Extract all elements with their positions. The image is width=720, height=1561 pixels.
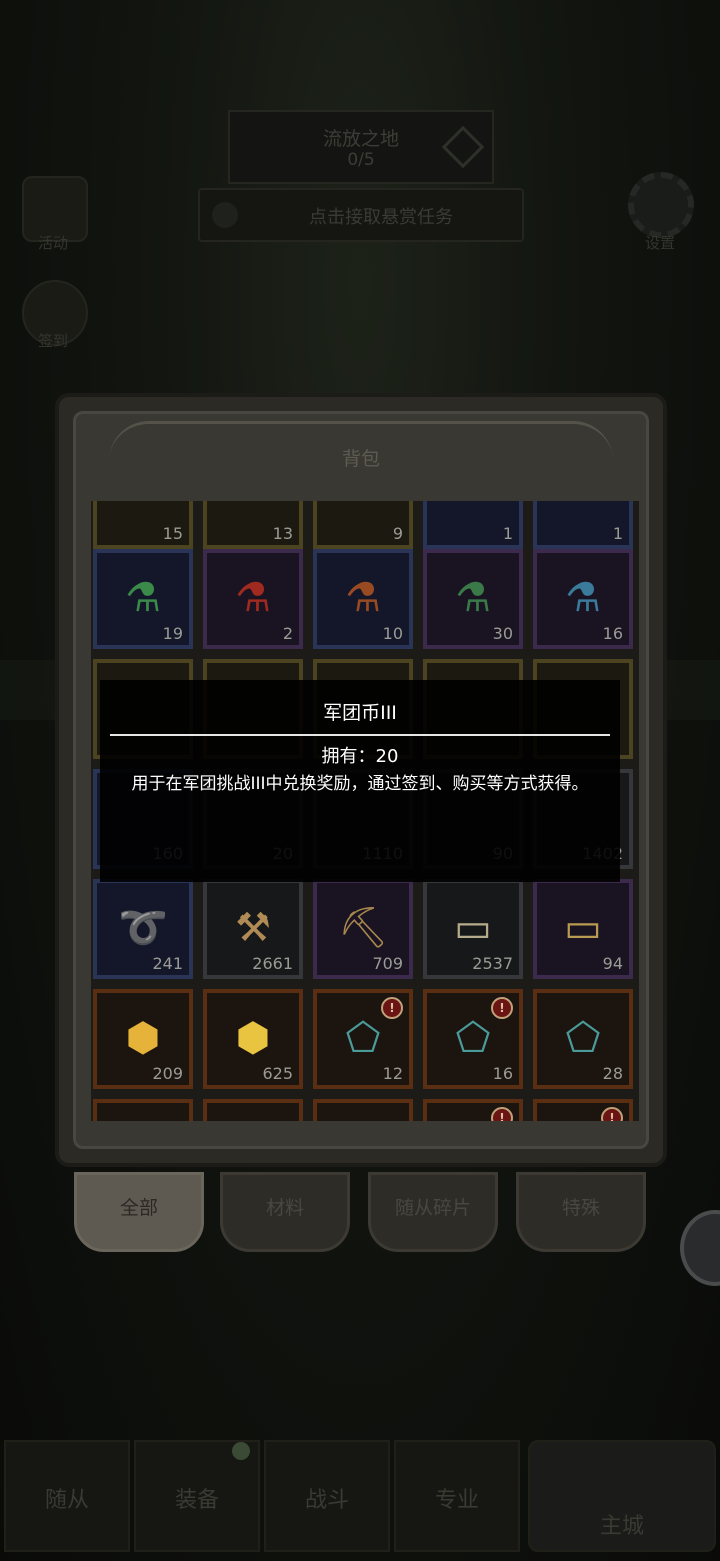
tab-follower-shards[interactable]: 随从碎片	[368, 1172, 498, 1252]
potion-icon: ⚗	[455, 575, 491, 621]
tab-label: 材料	[265, 1197, 304, 1219]
inventory-slot[interactable]: ⚗ 16	[533, 549, 633, 649]
gold-ore-icon: ⬢	[125, 1015, 161, 1061]
item-count: 12	[382, 1064, 403, 1083]
nav-followers[interactable]: 随从	[4, 1440, 130, 1552]
tab-label: 随从碎片	[394, 1197, 471, 1219]
inventory-slot[interactable]: ⬠! 16	[423, 989, 523, 1089]
inventory-slot[interactable]: 13	[203, 501, 303, 549]
settings-label: 设置	[645, 234, 676, 252]
panel-title: 背包	[341, 448, 380, 470]
item-tooltip: 军团币III 拥有：20 用于在军团挑战III中兑换奖励，通过签到、购买等方式获…	[100, 680, 620, 882]
item-count: 2	[282, 624, 293, 643]
inventory-slot[interactable]	[313, 1099, 413, 1121]
bounty-label: 点击接取悬赏任务	[309, 207, 453, 228]
tooltip-divider	[110, 734, 610, 736]
inventory-slot[interactable]: 1	[423, 501, 523, 549]
signin-label: 签到	[38, 332, 69, 350]
anvil-icon: ▭	[454, 905, 492, 951]
nav-main-city[interactable]: 主城	[528, 1440, 716, 1552]
item-count: 2661	[252, 954, 293, 973]
inventory-slot[interactable]: ⬠ 28	[533, 989, 633, 1089]
item-count: 28	[602, 1064, 623, 1083]
settings-gear-icon	[628, 172, 694, 238]
crystal-icon: ⬠	[345, 1015, 381, 1061]
alert-icon: !	[491, 1107, 513, 1121]
tab-all[interactable]: 全部	[74, 1172, 204, 1252]
item-count: 625	[262, 1064, 293, 1083]
tooltip-description: 用于在军团挑战III中兑换奖励，通过签到、购买等方式获得。	[131, 774, 589, 794]
inventory-slot[interactable]: ⚗ 19	[93, 549, 193, 649]
item-count: 241	[152, 954, 183, 973]
pickaxe-icon: ⛏	[337, 905, 389, 951]
item-count: 19	[162, 624, 183, 643]
inventory-slot[interactable]: ⬠! 12	[313, 989, 413, 1089]
crystal-icon: ⬠	[455, 1015, 491, 1061]
quest-panel: 流放之地 0/5	[228, 110, 494, 184]
inventory-slot[interactable]: 1	[533, 501, 633, 549]
nav-profession[interactable]: 专业	[394, 1440, 520, 1552]
inventory-slot[interactable]: ⬢ 209	[93, 989, 193, 1089]
alert-icon: !	[381, 997, 403, 1019]
item-count: 9	[392, 524, 403, 543]
hammer-icon: ⚒	[235, 905, 271, 951]
tooltip-title: 军团币III	[323, 702, 397, 724]
nav-label: 战斗	[304, 1488, 349, 1513]
potion-icon: ⚗	[345, 575, 381, 621]
tooltip-owned: 拥有：20	[321, 746, 399, 767]
nav-label: 专业	[434, 1488, 479, 1513]
inventory-slot[interactable]: ▭ 94	[533, 879, 633, 979]
tab-label: 全部	[119, 1197, 158, 1219]
inventory-slot[interactable]	[93, 1099, 193, 1121]
crystal-icon: ⬠	[565, 1015, 601, 1061]
nav-label: 装备	[174, 1488, 219, 1513]
events-label: 活动	[38, 234, 69, 252]
tab-special[interactable]: 特殊	[516, 1172, 646, 1252]
notification-dot	[232, 1442, 250, 1460]
nav-label: 主城	[599, 1514, 644, 1539]
inventory-slot[interactable]: ⚒ 2661	[203, 879, 303, 979]
inventory-slot[interactable]: ⚗ 30	[423, 549, 523, 649]
inventory-slot[interactable]: !	[533, 1099, 633, 1121]
bounty-button: 点击接取悬赏任务	[198, 188, 524, 242]
inventory-slot[interactable]: ⛏ 709	[313, 879, 413, 979]
inventory-slot[interactable]: !	[423, 1099, 523, 1121]
tab-materials[interactable]: 材料	[220, 1172, 350, 1252]
inventory-slot[interactable]: 15	[93, 501, 193, 549]
anvil-icon: ▭	[564, 905, 602, 951]
item-count: 30	[492, 624, 513, 643]
inventory-slot[interactable]: 9	[313, 501, 413, 549]
inventory-slot[interactable]: ⬢ 625	[203, 989, 303, 1089]
item-count: 10	[382, 624, 403, 643]
bounty-icon	[212, 202, 238, 228]
inventory-slot[interactable]: ➰ 241	[93, 879, 193, 979]
rope-icon: ➰	[118, 905, 168, 951]
inventory-slot[interactable]	[203, 1099, 303, 1121]
item-count: 709	[372, 954, 403, 973]
item-count: 94	[602, 954, 623, 973]
inventory-slot[interactable]: ⚗ 2	[203, 549, 303, 649]
item-count: 13	[272, 524, 293, 543]
potion-icon: ⚗	[235, 575, 271, 621]
item-count: 2537	[472, 954, 513, 973]
item-count: 1	[612, 524, 623, 543]
item-count: 1	[502, 524, 513, 543]
item-count: 16	[602, 624, 623, 643]
alert-icon: !	[601, 1107, 623, 1121]
potion-icon: ⚗	[125, 575, 161, 621]
item-count: 15	[162, 524, 183, 543]
alert-icon: !	[491, 997, 513, 1019]
potion-icon: ⚗	[565, 575, 601, 621]
item-count: 209	[152, 1064, 183, 1083]
inventory-slot[interactable]: ▭ 2537	[423, 879, 523, 979]
tab-label: 特殊	[561, 1197, 600, 1219]
gold-ore-icon: ⬢	[235, 1015, 271, 1061]
item-count: 16	[492, 1064, 513, 1083]
nav-label: 随从	[44, 1488, 89, 1513]
inventory-slot[interactable]: ⚗ 10	[313, 549, 413, 649]
nav-battle[interactable]: 战斗	[264, 1440, 390, 1552]
